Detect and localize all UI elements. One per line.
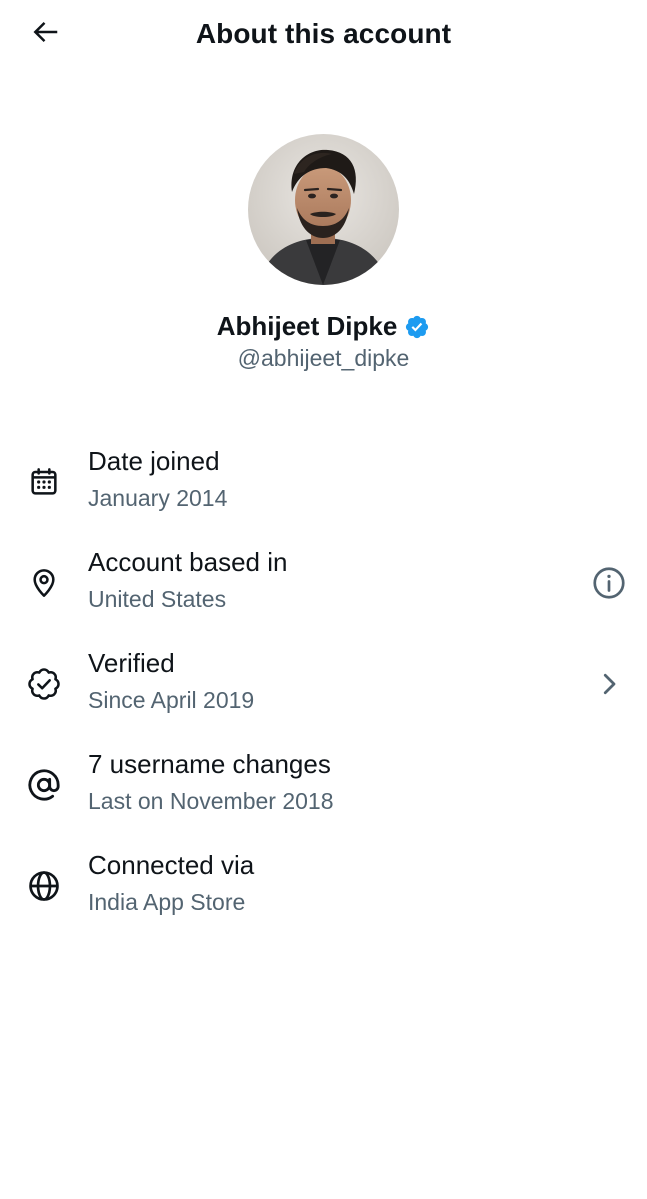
location-pin-icon	[24, 563, 64, 603]
globe-icon	[24, 866, 64, 906]
verified-badge-icon[interactable]	[404, 314, 430, 340]
connected-via-row: Connected via India App Store	[0, 842, 647, 943]
verified-badge-outline-icon	[24, 664, 64, 704]
connected-via-value: India App Store	[88, 889, 246, 915]
username-changes-row: 7 username changes Last on November 2018	[0, 741, 647, 842]
date-joined-label: Date joined	[88, 446, 220, 476]
verified-label: Verified	[88, 648, 175, 678]
connected-via-label: Connected via	[88, 850, 255, 880]
display-name: Abhijeet Dipke	[216, 311, 398, 341]
account-location-row: Account based in United States	[0, 539, 647, 640]
info-icon[interactable]	[589, 563, 629, 603]
username-handle: @abhijeet_dipke	[237, 345, 410, 371]
account-location-value: United States	[88, 586, 227, 612]
avatar[interactable]	[248, 134, 399, 285]
username-changes-value: Last on November 2018	[88, 788, 334, 814]
account-location-label: Account based in	[88, 547, 288, 577]
chevron-right-icon[interactable]	[589, 664, 629, 704]
verified-value: Since April 2019	[88, 687, 255, 713]
date-joined-value: January 2014	[88, 485, 228, 511]
date-joined-row: Date joined January 2014	[0, 438, 647, 539]
verified-row[interactable]: Verified Since April 2019	[0, 640, 647, 741]
top-bar: About this account	[0, 0, 647, 70]
calendar-icon	[24, 462, 64, 502]
page-title: About this account	[195, 18, 452, 49]
account-info-list: Date joined January 2014 Account based i…	[0, 438, 647, 943]
at-sign-icon	[24, 765, 64, 805]
username-changes-label: 7 username changes	[88, 749, 331, 779]
profile-name-row: Abhijeet Dipke	[0, 308, 647, 344]
